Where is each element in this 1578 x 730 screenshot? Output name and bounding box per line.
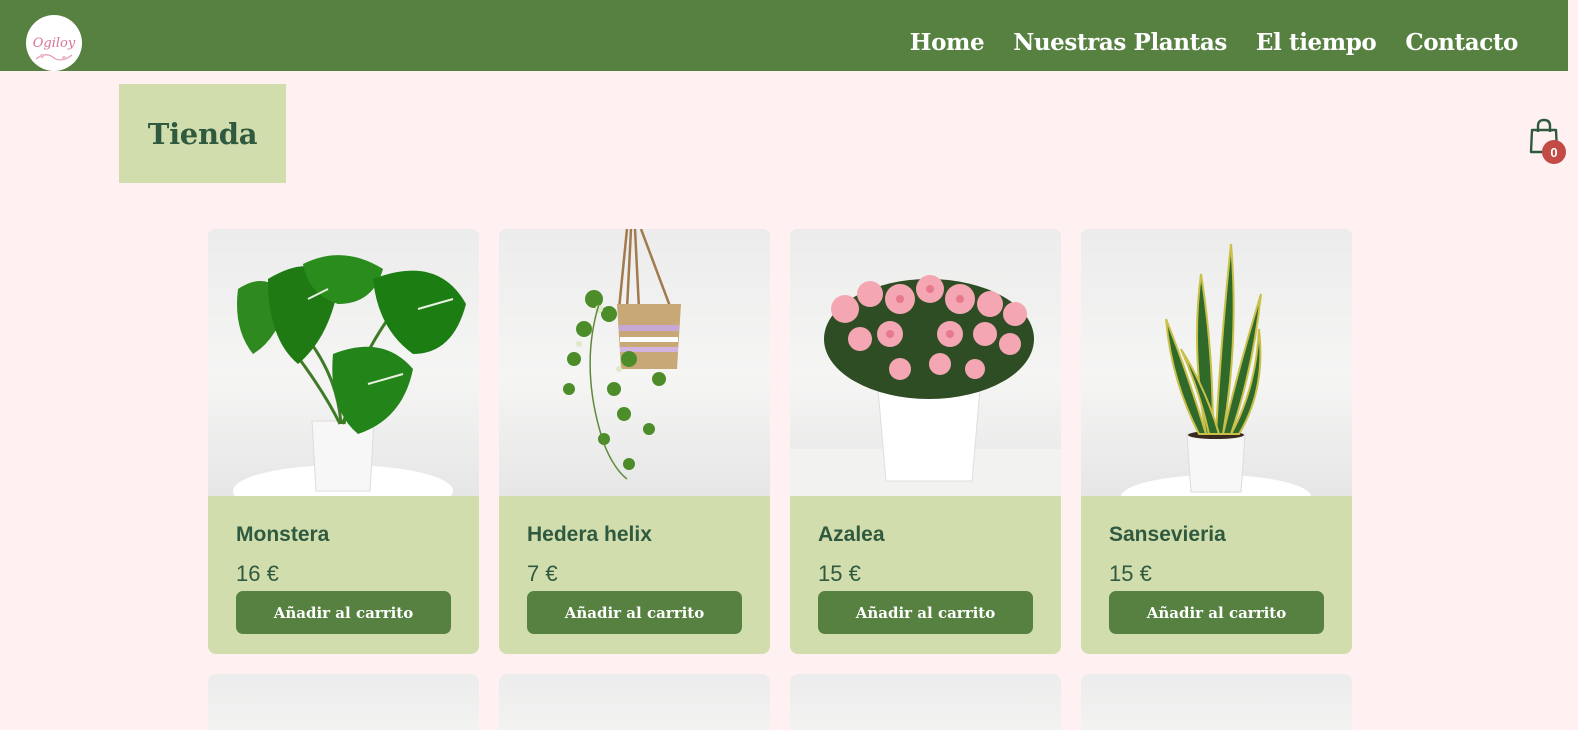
product-price: 7 € xyxy=(527,561,558,586)
vertical-scrollbar[interactable] xyxy=(1568,0,1578,730)
product-card-partial xyxy=(1081,674,1352,730)
main-nav: Home Nuestras Plantas El tiempo Contacto xyxy=(910,28,1519,58)
top-navbar: Ogiloy Home Nuestras Plantas El tiempo C… xyxy=(0,0,1568,71)
azalea-flower-image[interactable] xyxy=(790,229,1061,496)
product-name: Monstera xyxy=(236,523,330,546)
product-name: Azalea xyxy=(818,523,885,546)
product-price: 16 € xyxy=(236,561,279,586)
add-to-cart-button[interactable]: Añadir al carrito xyxy=(818,591,1033,634)
nav-contacto[interactable]: Contacto xyxy=(1405,28,1518,58)
cart-button[interactable]: 0 xyxy=(1528,118,1566,164)
hanging-ivy-image[interactable] xyxy=(499,229,770,496)
nav-nuestras-plantas[interactable]: Nuestras Plantas xyxy=(1013,28,1227,58)
product-grid: Monstera 16 € Añadir al carrito Hedera h… xyxy=(208,229,1352,730)
snake-plant-image[interactable] xyxy=(1081,229,1352,496)
product-price: 15 € xyxy=(818,561,861,586)
monstera-plant-image[interactable] xyxy=(208,229,479,496)
product-card-partial xyxy=(499,674,770,730)
product-price: 15 € xyxy=(1109,561,1152,586)
product-card: Hedera helix 7 € Añadir al carrito xyxy=(499,229,770,654)
product-card: Sansevieria 15 € Añadir al carrito xyxy=(1081,229,1352,654)
product-name: Hedera helix xyxy=(527,523,652,546)
product-name: Sansevieria xyxy=(1109,523,1226,546)
page-title: Tienda xyxy=(147,116,258,151)
add-to-cart-button[interactable]: Añadir al carrito xyxy=(236,591,451,634)
product-card: Azalea 15 € Añadir al carrito xyxy=(790,229,1061,654)
nav-home[interactable]: Home xyxy=(910,28,985,58)
product-card-partial xyxy=(790,674,1061,730)
page-title-box: Tienda xyxy=(119,84,286,183)
cart-count-badge: 0 xyxy=(1542,140,1566,164)
floral-logo-icon xyxy=(35,54,73,61)
brand-logo[interactable]: Ogiloy xyxy=(26,15,82,71)
nav-el-tiempo[interactable]: El tiempo xyxy=(1256,28,1377,58)
add-to-cart-button[interactable]: Añadir al carrito xyxy=(527,591,742,634)
product-card: Monstera 16 € Añadir al carrito xyxy=(208,229,479,654)
product-card-partial xyxy=(208,674,479,730)
add-to-cart-button[interactable]: Añadir al carrito xyxy=(1109,591,1324,634)
